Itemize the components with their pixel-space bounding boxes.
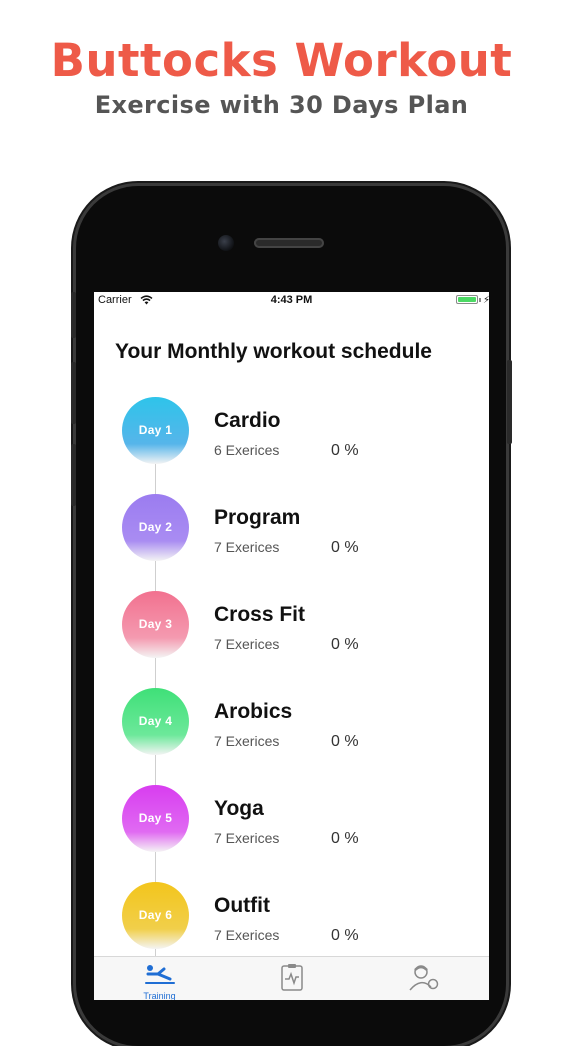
exercise-count: 7 Exerices <box>214 830 280 846</box>
phone-side-button <box>507 360 512 444</box>
progress-percent: 0 % <box>331 442 359 459</box>
tab-trainer[interactable] <box>358 957 489 1000</box>
exercise-count: 7 Exerices <box>214 539 280 555</box>
promo-subtitle: Exercise with 30 Days Plan <box>94 91 469 119</box>
workout-icon <box>144 965 175 984</box>
speaker-grille <box>254 238 324 248</box>
day-badge: Day 5 <box>122 785 189 852</box>
workout-name: Cross Fit <box>214 603 306 626</box>
tab-training-label: Training <box>143 991 176 1000</box>
workout-name: Yoga <box>214 797 264 820</box>
day-badge: Day 1 <box>122 397 189 464</box>
day-row[interactable]: Day 4 Arobics 7 Exerices 0 % <box>94 688 489 758</box>
workout-name: Cardio <box>214 409 281 432</box>
workout-name: Outfit <box>214 894 270 917</box>
tab-bar: Training <box>94 956 489 1000</box>
charging-icon: ⚡ <box>483 295 489 306</box>
day-row[interactable]: Day 1 Cardio 6 Exerices 0 % <box>94 397 489 467</box>
phone-screen: Carrier 4:43 PM ⚡ Your Monthly workout s… <box>94 292 489 1000</box>
clipboard-icon <box>280 964 303 991</box>
progress-percent: 0 % <box>331 830 359 847</box>
exercise-count: 6 Exerices <box>214 442 280 458</box>
tab-clipboard[interactable] <box>226 957 357 1000</box>
day-row[interactable]: Day 2 Program 7 Exerices 0 % <box>94 494 489 564</box>
progress-percent: 0 % <box>331 539 359 556</box>
phone-side-button <box>71 362 76 424</box>
day-row[interactable]: Day 6 Outfit 7 Exerices 0 % <box>94 882 489 952</box>
exercise-count: 7 Exerices <box>214 636 280 652</box>
day-badge: Day 2 <box>122 494 189 561</box>
schedule-title: Your Monthly workout schedule <box>115 340 432 363</box>
day-row[interactable]: Day 5 Yoga 7 Exerices 0 % <box>94 785 489 855</box>
exercise-count: 7 Exerices <box>214 733 280 749</box>
battery-icon <box>456 295 478 304</box>
workout-name: Program <box>214 506 301 529</box>
phone-side-button <box>71 292 76 338</box>
trainer-icon <box>408 965 438 991</box>
status-bar: Carrier 4:43 PM ⚡ <box>94 292 489 308</box>
progress-percent: 0 % <box>331 636 359 653</box>
battery-tip <box>479 298 481 302</box>
status-time: 4:43 PM <box>270 294 313 306</box>
day-row[interactable]: Day 3 Cross Fit 7 Exerices 0 % <box>94 591 489 661</box>
exercise-count: 7 Exerices <box>214 927 280 943</box>
tab-training[interactable]: Training <box>94 957 225 1000</box>
progress-percent: 0 % <box>331 733 359 750</box>
promo-title: Buttocks Workout <box>50 34 513 87</box>
day-badge: Day 4 <box>122 688 189 755</box>
day-badge: Day 6 <box>122 882 189 949</box>
progress-percent: 0 % <box>331 927 359 944</box>
camera-icon <box>218 235 234 251</box>
workout-name: Arobics <box>214 700 293 723</box>
phone-side-button <box>71 444 76 506</box>
day-badge: Day 3 <box>122 591 189 658</box>
